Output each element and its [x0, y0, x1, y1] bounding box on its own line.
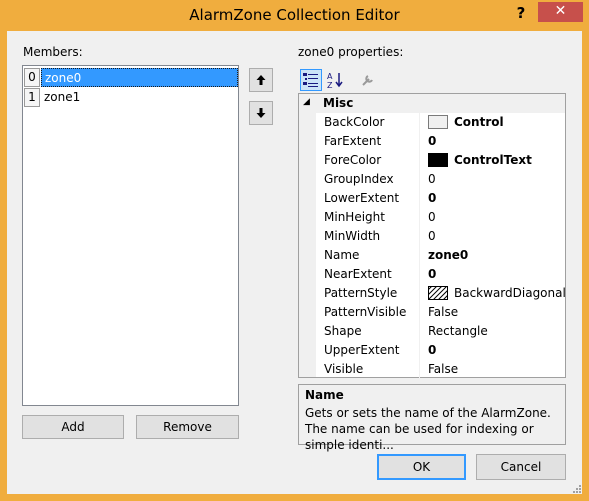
property-value: False [428, 362, 459, 376]
property-row-visible[interactable]: Visible False [316, 360, 565, 379]
svg-text:Z: Z [327, 81, 333, 90]
property-row-patternvisible[interactable]: PatternVisible False [316, 303, 565, 322]
property-value: BackwardDiagonal [454, 286, 566, 300]
description-text: Gets or sets the name of the AlarmZone. … [305, 406, 551, 452]
alphabetical-icon: A Z [327, 72, 343, 90]
member-name: zone1 [44, 90, 81, 104]
divider [419, 132, 420, 151]
property-value: Rectangle [428, 324, 488, 338]
property-name: Shape [324, 324, 362, 338]
property-grid[interactable]: ◢ Misc BackColor Control FarExtent 0 For… [298, 93, 566, 379]
title-bar[interactable]: AlarmZone Collection Editor ? ✕ [0, 0, 589, 31]
move-down-button[interactable] [249, 101, 273, 125]
property-value: False [428, 305, 459, 319]
property-row-farextent[interactable]: FarExtent 0 [316, 132, 565, 151]
categorized-icon [303, 73, 318, 87]
property-value: 0 [428, 210, 436, 224]
divider [419, 284, 420, 303]
arrow-up-icon [256, 75, 266, 85]
property-name: MinWidth [324, 229, 381, 243]
dialog-body: Members: 0 zone0 1 zone1 Add Remove zone… [7, 31, 582, 494]
divider [419, 208, 420, 227]
property-value: 0 [428, 229, 436, 243]
description-title: Name [305, 388, 344, 402]
divider [419, 341, 420, 360]
category-label: Misc [323, 96, 354, 110]
property-row-minheight[interactable]: MinHeight 0 [316, 208, 565, 227]
resize-grip-icon[interactable] [571, 483, 581, 493]
property-row-lowerextent[interactable]: LowerExtent 0 [316, 189, 565, 208]
divider [419, 227, 420, 246]
divider [419, 265, 420, 284]
remove-button[interactable]: Remove [136, 415, 239, 439]
color-swatch [428, 153, 448, 167]
alphabetical-button[interactable]: A Z [324, 69, 346, 91]
member-index: 1 [24, 88, 40, 107]
help-button[interactable]: ? [509, 3, 533, 25]
property-value: 0 [428, 343, 437, 357]
property-name: MinHeight [324, 210, 385, 224]
property-name: Name [324, 248, 360, 262]
property-row-upperextent[interactable]: UpperExtent 0 [316, 341, 565, 360]
property-row-groupindex[interactable]: GroupIndex 0 [316, 170, 565, 189]
property-name: PatternStyle [324, 286, 398, 300]
property-row-forecolor[interactable]: ForeColor ControlText [316, 151, 565, 170]
property-value: 0 [428, 191, 437, 205]
property-row-shape[interactable]: Shape Rectangle [316, 322, 565, 341]
category-row-misc[interactable]: ◢ Misc [299, 94, 565, 113]
color-swatch [428, 115, 448, 129]
property-value: 0 [428, 134, 437, 148]
divider [419, 189, 420, 208]
member-name: zone0 [41, 68, 238, 87]
property-name: LowerExtent [324, 191, 400, 205]
arrow-down-icon [256, 108, 266, 118]
divider [419, 303, 420, 322]
members-label: Members: [23, 45, 83, 59]
property-row-backcolor[interactable]: BackColor Control [316, 113, 565, 132]
property-row-minwidth[interactable]: MinWidth 0 [316, 227, 565, 246]
divider [419, 246, 420, 265]
svg-text:A: A [327, 72, 333, 81]
property-value: 0 [428, 267, 437, 281]
collection-editor-window: AlarmZone Collection Editor ? ✕ Members:… [0, 0, 589, 501]
collapse-triangle-icon[interactable]: ◢ [303, 97, 310, 107]
property-pages-button[interactable] [357, 69, 379, 91]
pattern-swatch-icon [428, 286, 448, 300]
property-name: UpperExtent [324, 343, 400, 357]
categorized-button[interactable] [300, 69, 322, 91]
grid-margin [299, 94, 316, 377]
property-name: Visible [324, 362, 364, 376]
property-row-name[interactable]: Name zone0 [316, 246, 565, 265]
description-panel: Name Gets or sets the name of the AlarmZ… [298, 384, 566, 452]
add-button[interactable]: Add [22, 415, 124, 439]
property-name: PatternVisible [324, 305, 407, 319]
divider [419, 170, 420, 189]
member-item-zone1[interactable]: 1 zone1 [24, 88, 238, 107]
divider [419, 322, 420, 341]
property-value: Control [454, 115, 504, 129]
member-item-zone0[interactable]: 0 zone0 [24, 68, 238, 87]
wrench-icon [362, 75, 373, 86]
property-value: 0 [428, 172, 436, 186]
properties-label: zone0 properties: [298, 45, 404, 59]
property-value: zone0 [428, 248, 469, 262]
member-index: 0 [24, 68, 40, 87]
property-name: FarExtent [324, 134, 382, 148]
move-up-button[interactable] [249, 68, 273, 92]
property-row-patternstyle[interactable]: PatternStyle BackwardDiagonal [316, 284, 566, 303]
window-title: AlarmZone Collection Editor [189, 6, 400, 24]
divider [419, 360, 420, 379]
members-list[interactable]: 0 zone0 1 zone1 [22, 65, 239, 406]
divider [419, 151, 420, 170]
divider [419, 113, 420, 132]
cancel-button[interactable]: Cancel [476, 454, 566, 480]
property-row-nearextent[interactable]: NearExtent 0 [316, 265, 565, 284]
property-name: BackColor [324, 115, 385, 129]
ok-button[interactable]: OK [377, 454, 466, 480]
property-name: NearExtent [324, 267, 392, 281]
property-name: GroupIndex [324, 172, 394, 186]
property-name: ForeColor [324, 153, 382, 167]
close-button[interactable]: ✕ [538, 2, 583, 22]
property-value: ControlText [454, 153, 532, 167]
